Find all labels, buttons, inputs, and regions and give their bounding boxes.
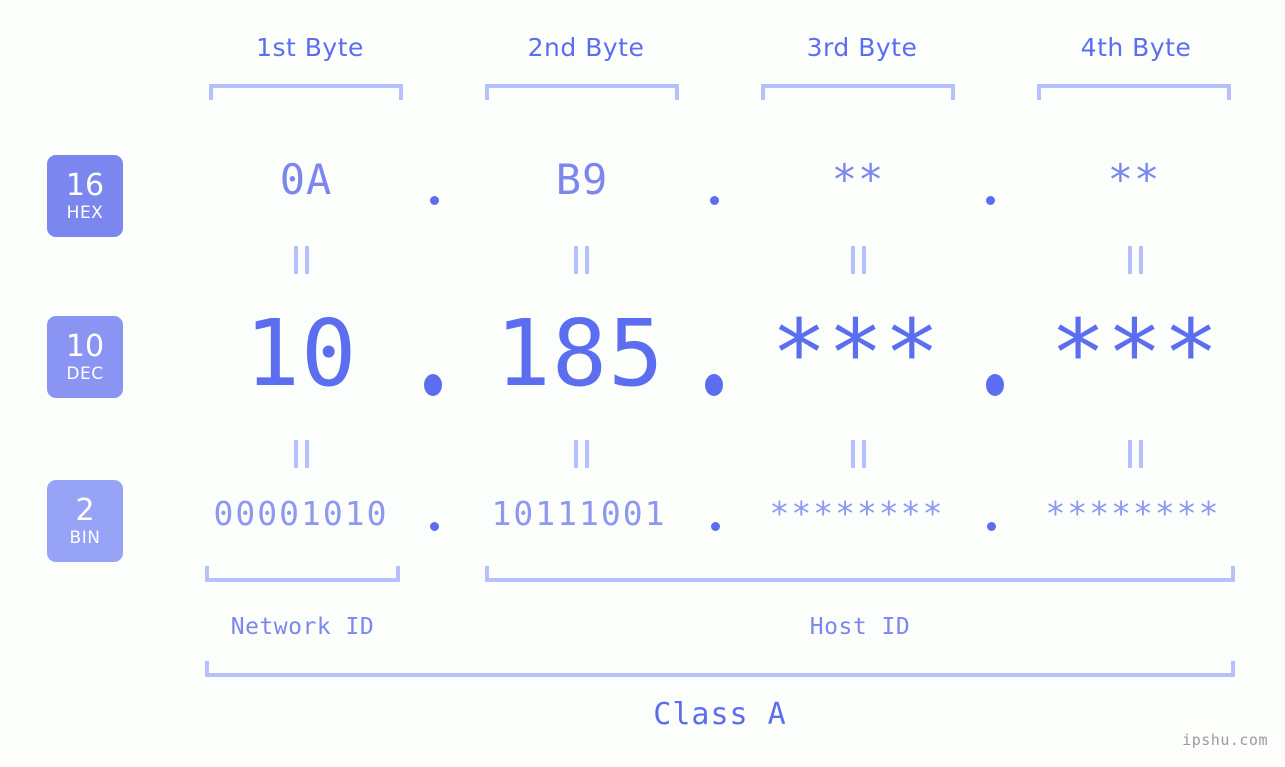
- bin-byte-1: 00001010: [213, 494, 389, 533]
- byte-bracket-2: [485, 84, 679, 100]
- hex-separator-1: [430, 196, 439, 205]
- bin-separator-3: [987, 522, 996, 531]
- base-badge-bin: 2 BIN: [47, 480, 123, 562]
- dec-separator-2: [705, 374, 723, 396]
- dec-separator-1: [424, 374, 442, 396]
- equals-marker-3-bottom: [851, 440, 866, 468]
- hex-separator-3: [986, 196, 995, 205]
- ip-breakdown-diagram: 1st Byte 2nd Byte 3rd Byte 4th Byte 16 H…: [0, 0, 1285, 767]
- bin-byte-3: ********: [769, 494, 945, 533]
- base-badge-bin-label: BIN: [69, 527, 101, 548]
- byte-bracket-4: [1037, 84, 1231, 100]
- base-badge-dec: 10 DEC: [47, 316, 123, 398]
- hex-byte-2: B9: [555, 155, 609, 204]
- equals-marker-4-top: [1128, 246, 1143, 274]
- equals-marker-1-top: [294, 246, 309, 274]
- bin-byte-2: 10111001: [491, 494, 667, 533]
- equals-marker-1-bottom: [294, 440, 309, 468]
- host-id-bracket: [485, 566, 1235, 582]
- equals-marker-3-top: [851, 246, 866, 274]
- network-id-bracket: [205, 566, 400, 582]
- byte-bracket-3: [761, 84, 955, 100]
- dec-separator-3: [986, 374, 1004, 396]
- byte-header-2: 2nd Byte: [527, 33, 645, 62]
- byte-header-4: 4th Byte: [1080, 33, 1192, 62]
- bin-separator-2: [711, 522, 720, 531]
- class-bracket: [205, 661, 1235, 677]
- equals-marker-4-bottom: [1128, 440, 1143, 468]
- dec-byte-3: ***: [771, 300, 941, 407]
- base-badge-hex-label: HEX: [66, 202, 104, 223]
- base-badge-dec-number: 10: [65, 328, 105, 364]
- base-badge-dec-label: DEC: [66, 363, 104, 384]
- byte-bracket-1: [209, 84, 403, 100]
- host-id-label: Host ID: [809, 614, 911, 640]
- base-badge-hex: 16 HEX: [47, 155, 123, 237]
- hex-separator-2: [710, 196, 719, 205]
- hex-byte-4: **: [1107, 155, 1161, 204]
- hex-byte-3: **: [831, 155, 885, 204]
- equals-marker-2-top: [574, 246, 589, 274]
- bin-byte-4: ********: [1045, 494, 1221, 533]
- base-badge-hex-number: 16: [65, 167, 105, 203]
- byte-header-3: 3rd Byte: [806, 33, 918, 62]
- dec-byte-2: 185: [495, 300, 665, 407]
- class-label: Class A: [653, 697, 787, 732]
- bin-separator-1: [430, 522, 439, 531]
- byte-header-1: 1st Byte: [256, 33, 364, 62]
- hex-byte-1: 0A: [279, 155, 333, 204]
- equals-marker-2-bottom: [574, 440, 589, 468]
- network-id-label: Network ID: [230, 614, 375, 640]
- base-badge-bin-number: 2: [75, 492, 95, 528]
- dec-byte-1: 10: [244, 300, 358, 407]
- site-watermark: ipshu.com: [1182, 731, 1268, 749]
- dec-byte-4: ***: [1050, 300, 1220, 407]
